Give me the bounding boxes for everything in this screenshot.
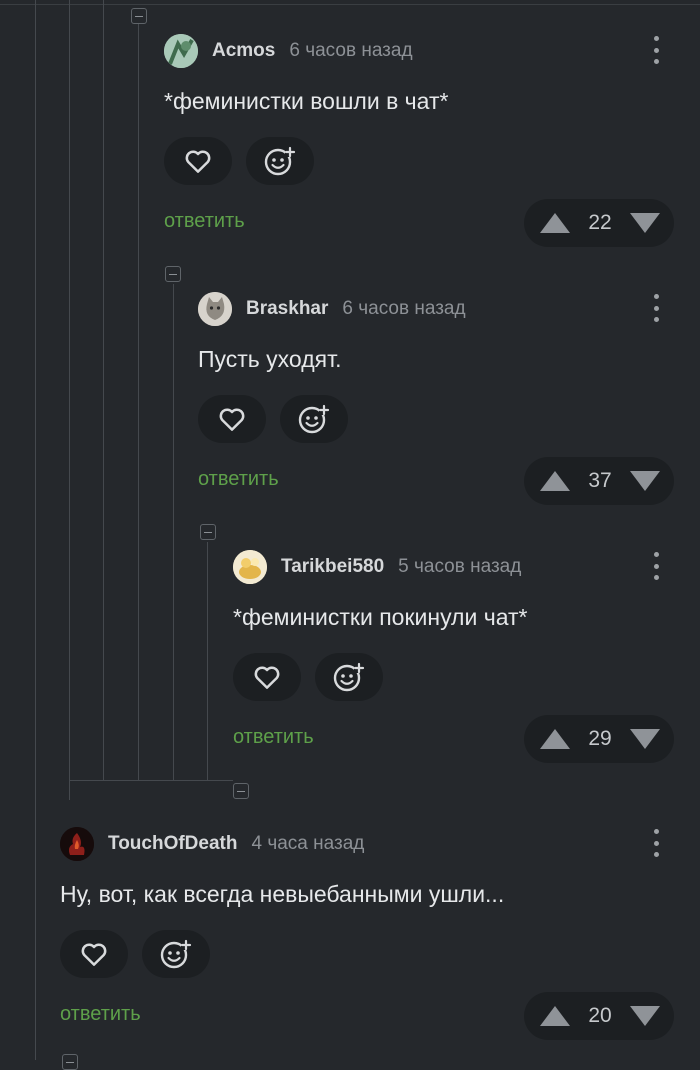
downvote-arrow-icon[interactable] xyxy=(629,1006,660,1026)
downvote-arrow-icon[interactable] xyxy=(629,213,660,233)
downvote-arrow-icon[interactable] xyxy=(629,729,660,749)
heart-icon xyxy=(81,943,107,966)
collapse-minus-icon[interactable] xyxy=(200,524,216,540)
collapse-minus-icon[interactable] xyxy=(131,8,147,24)
thread-line xyxy=(138,24,139,780)
vote-score: 37 xyxy=(588,469,612,492)
comment-header: Acmos 6 часов назад xyxy=(164,34,413,68)
avatar[interactable] xyxy=(233,550,267,584)
more-vertical-icon[interactable] xyxy=(652,294,660,322)
comment-text: *феминистки вошли в чат* xyxy=(164,88,449,114)
comment-time[interactable]: 4 часа назад xyxy=(251,833,364,855)
add-emoji-icon xyxy=(160,939,192,969)
add-emoji-icon xyxy=(298,404,330,434)
upvote-arrow-icon[interactable] xyxy=(540,471,570,491)
more-vertical-icon[interactable] xyxy=(652,552,660,580)
vote-control: 37 xyxy=(524,457,674,505)
reply-link[interactable]: ответить xyxy=(233,726,314,749)
reply-link[interactable]: ответить xyxy=(164,210,245,233)
top-divider xyxy=(0,4,700,5)
like-button[interactable] xyxy=(60,930,128,978)
more-vertical-icon[interactable] xyxy=(652,36,660,64)
upvote-arrow-icon[interactable] xyxy=(540,729,570,749)
avatar[interactable] xyxy=(164,34,198,68)
collapse-minus-icon[interactable] xyxy=(233,783,249,799)
thread-line xyxy=(173,284,174,780)
comment: TouchOfDeath 4 часа назад Ну, вот, как в… xyxy=(60,827,700,1053)
add-reaction-button[interactable] xyxy=(246,137,314,185)
heart-icon xyxy=(219,408,245,431)
thread-line xyxy=(69,0,70,800)
avatar[interactable] xyxy=(60,827,94,861)
comment-text: *феминистки покинули чат* xyxy=(233,604,528,630)
reply-link[interactable]: ответить xyxy=(198,468,279,491)
like-button[interactable] xyxy=(198,395,266,443)
add-reaction-button[interactable] xyxy=(280,395,348,443)
vote-score: 29 xyxy=(588,727,612,750)
thread-line xyxy=(103,0,104,780)
thread-line xyxy=(35,0,36,1060)
like-button[interactable] xyxy=(233,653,301,701)
add-emoji-icon xyxy=(333,662,365,692)
upvote-arrow-icon[interactable] xyxy=(540,213,570,233)
comment-time[interactable]: 6 часов назад xyxy=(289,40,412,62)
like-button[interactable] xyxy=(164,137,232,185)
add-emoji-icon xyxy=(264,146,296,176)
add-reaction-button[interactable] xyxy=(142,930,210,978)
thread-line xyxy=(69,780,233,781)
comment-author[interactable]: Acmos xyxy=(212,40,275,62)
avatar[interactable] xyxy=(198,292,232,326)
comment-author[interactable]: Tarikbei580 xyxy=(281,556,384,578)
collapse-minus-icon[interactable] xyxy=(62,1054,78,1070)
upvote-arrow-icon[interactable] xyxy=(540,1006,570,1026)
comment-text: Ну, вот, как всегда невыебанными ушли... xyxy=(60,881,505,907)
reply-link[interactable]: ответить xyxy=(60,1003,141,1026)
comment-header: TouchOfDeath 4 часа назад xyxy=(60,827,364,861)
vote-score: 20 xyxy=(588,1004,612,1027)
comment-header: Tarikbei580 5 часов назад xyxy=(233,550,521,584)
comment: Braskhar 6 часов назад Пусть уходят. отв… xyxy=(198,292,700,518)
collapse-minus-icon[interactable] xyxy=(165,266,181,282)
comment-author[interactable]: Braskhar xyxy=(246,298,328,320)
heart-icon xyxy=(254,666,280,689)
more-vertical-icon[interactable] xyxy=(652,829,660,857)
vote-control: 20 xyxy=(524,992,674,1040)
comment-text: Пусть уходят. xyxy=(198,346,342,372)
comment-header: Braskhar 6 часов назад xyxy=(198,292,466,326)
add-reaction-button[interactable] xyxy=(315,653,383,701)
downvote-arrow-icon[interactable] xyxy=(629,471,660,491)
vote-control: 22 xyxy=(524,199,674,247)
comment: Acmos 6 часов назад *феминистки вошли в … xyxy=(164,34,700,260)
heart-icon xyxy=(185,150,211,173)
comment: Tarikbei580 5 часов назад *феминистки по… xyxy=(233,550,700,776)
comment-time[interactable]: 5 часов назад xyxy=(398,556,521,578)
vote-control: 29 xyxy=(524,715,674,763)
comment-time[interactable]: 6 часов назад xyxy=(342,298,465,320)
comment-author[interactable]: TouchOfDeath xyxy=(108,833,237,855)
thread-line xyxy=(207,542,208,780)
vote-score: 22 xyxy=(588,211,612,234)
